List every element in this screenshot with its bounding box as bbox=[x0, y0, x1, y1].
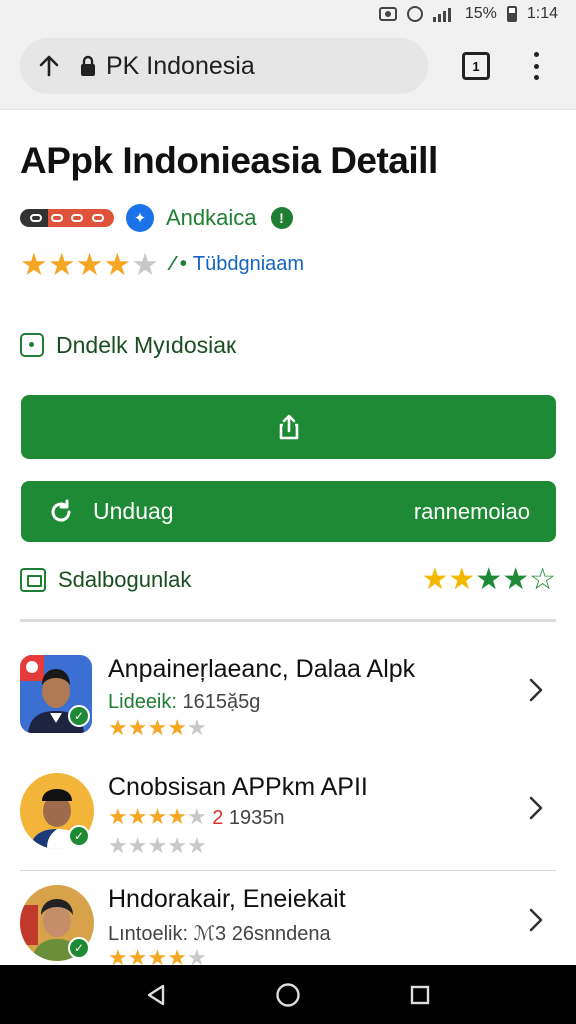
item-title: Cnobsisan APPkm APII bbox=[108, 773, 368, 801]
battery-icon bbox=[506, 6, 517, 22]
info-icon[interactable]: ! bbox=[270, 207, 293, 229]
developer-row: ✦ Andkaica ! bbox=[20, 203, 293, 233]
screenshots-stars: ★ ★ ★ ★ ☆ bbox=[421, 565, 556, 595]
star-outline-icon: ☆ bbox=[529, 563, 556, 596]
chevron-right-icon[interactable] bbox=[524, 675, 548, 705]
status-bar: 15% 1:14 bbox=[0, 0, 576, 30]
star-filled-icon: ★ bbox=[108, 804, 128, 829]
verified-check-icon: ✓ bbox=[68, 705, 90, 727]
document-icon bbox=[20, 333, 44, 357]
category-link[interactable]: Tübdgniaam bbox=[193, 253, 304, 276]
status-icons: 15% 1:14 bbox=[378, 5, 558, 23]
star-filled-icon: ★ bbox=[147, 715, 168, 740]
rating-stat: ⁄ • bbox=[170, 252, 187, 275]
divider bbox=[20, 619, 556, 622]
item-sub-value: 1615ặ5g bbox=[182, 691, 261, 713]
share-icon bbox=[279, 414, 298, 440]
item-sub-value: 1935n bbox=[228, 807, 285, 829]
share-button[interactable] bbox=[21, 395, 556, 459]
item-subtitle: Lıntoelik: ℳ3 26snndena bbox=[108, 921, 331, 946]
overflow-menu-icon[interactable] bbox=[524, 50, 548, 82]
list-item[interactable]: ✓ Cnobsisan APPkm APII ★ ★ ★ ★ ★ 2 1935n ★ ★ ★… bbox=[20, 773, 556, 863]
verified-icon: ✦ bbox=[126, 204, 154, 232]
star-filled-icon: ★ bbox=[20, 246, 48, 282]
star-filled-icon: ★ bbox=[147, 804, 168, 829]
star-filled-icon: ★ bbox=[127, 804, 148, 829]
star-filled-icon: ★ bbox=[421, 563, 449, 596]
download-button[interactable]: Unduag rannemoiao bbox=[21, 481, 556, 542]
star-filled-icon: ★ bbox=[127, 715, 148, 740]
item-subtitle: ★ ★ ★ ★ ★ 2 1935n bbox=[108, 806, 285, 830]
star-empty-icon: ★ bbox=[186, 804, 207, 829]
item-subtitle: Lideeik: 1615ặ5g bbox=[108, 691, 260, 714]
lock-icon bbox=[78, 54, 98, 78]
developer-link[interactable]: Andkaica bbox=[166, 205, 257, 231]
system-navigation-bar bbox=[0, 965, 576, 1024]
tab-switcher-button[interactable]: 1 bbox=[462, 52, 490, 80]
star-filled-icon: ★ bbox=[167, 715, 187, 740]
up-arrow-icon[interactable] bbox=[20, 38, 78, 94]
rating-stars: ★ ★ ★ ★ ★ bbox=[20, 249, 159, 280]
divider bbox=[20, 870, 556, 871]
list-item[interactable]: ✓ Hndorakair, Eneiekait Lıntoelik: ℳ3 26… bbox=[20, 885, 556, 975]
battery-percent: 15% bbox=[464, 5, 497, 22]
star-empty-icon: ★ bbox=[131, 246, 159, 282]
list-item[interactable]: ✓ Anpaineŗlaeanc, Dalaa Alpk Lideeik: 16… bbox=[20, 655, 556, 745]
star-filled-icon: ★ bbox=[108, 715, 128, 740]
gallery-icon bbox=[20, 568, 46, 592]
home-icon[interactable] bbox=[268, 975, 308, 1015]
download-button-right-label: rannemoiao bbox=[413, 498, 530, 524]
page-title: APpk Indonieasia Detaill bbox=[20, 140, 438, 181]
item-stars: ★ ★ ★ ★ ★ bbox=[108, 717, 207, 739]
item-inline-stars: ★ ★ ★ ★ ★ bbox=[108, 806, 207, 828]
item-sub-value: ℳ3 26snndena bbox=[193, 923, 331, 945]
back-icon[interactable] bbox=[136, 975, 176, 1015]
item-sub-key: Lıntoelik: bbox=[108, 923, 189, 945]
chevron-right-icon[interactable] bbox=[524, 905, 548, 935]
photo-notification-icon bbox=[378, 7, 397, 21]
star-filled-icon: ★ bbox=[448, 563, 476, 596]
star-filled-icon: ★ bbox=[502, 563, 530, 596]
item-stars-grey: ★ ★ ★ ★ ★ bbox=[108, 833, 207, 858]
screenshots-label: Sdalbogunlak bbox=[58, 567, 192, 592]
item-sub-key: Lideeik: bbox=[108, 691, 177, 713]
chevron-right-icon[interactable] bbox=[524, 793, 548, 823]
rating-row: ★ ★ ★ ★ ★ ⁄ • Tübdgniaam bbox=[20, 248, 304, 280]
item-title: Hndorakair, Eneiekait bbox=[108, 885, 346, 913]
verified-check-icon: ✓ bbox=[68, 937, 90, 959]
verified-check-icon: ✓ bbox=[68, 825, 90, 847]
star-filled-icon: ★ bbox=[75, 246, 104, 282]
address-bar[interactable]: PK Indonesia bbox=[20, 38, 428, 94]
download-button-label: Unduag bbox=[93, 498, 174, 524]
item-title: Anpaineŗlaeanc, Dalaa Alpk bbox=[108, 655, 416, 683]
screenshots-row[interactable]: Sdalbogunlak ★ ★ ★ ★ ☆ bbox=[20, 563, 556, 597]
recents-icon[interactable] bbox=[400, 975, 440, 1015]
clock: 1:14 bbox=[526, 5, 558, 22]
star-empty-icon: ★ bbox=[186, 715, 207, 740]
star-filled-icon: ★ bbox=[47, 246, 76, 282]
browser-toolbar: PK Indonesia 1 bbox=[0, 30, 576, 110]
refresh-icon bbox=[51, 499, 71, 521]
brand-logo bbox=[20, 209, 114, 227]
url-text: PK Indonesia bbox=[106, 51, 255, 80]
download-info: Dndelk Myıdosiaк bbox=[20, 330, 236, 360]
alarm-icon bbox=[406, 6, 423, 22]
star-filled-icon: ★ bbox=[475, 563, 503, 596]
wifi-signal-icon bbox=[432, 6, 455, 22]
item-rank-prefix: 2 bbox=[212, 807, 224, 829]
star-filled-icon: ★ bbox=[167, 804, 187, 829]
star-filled-icon: ★ bbox=[103, 246, 132, 282]
download-info-text: Dndelk Myıdosiaк bbox=[56, 331, 237, 358]
